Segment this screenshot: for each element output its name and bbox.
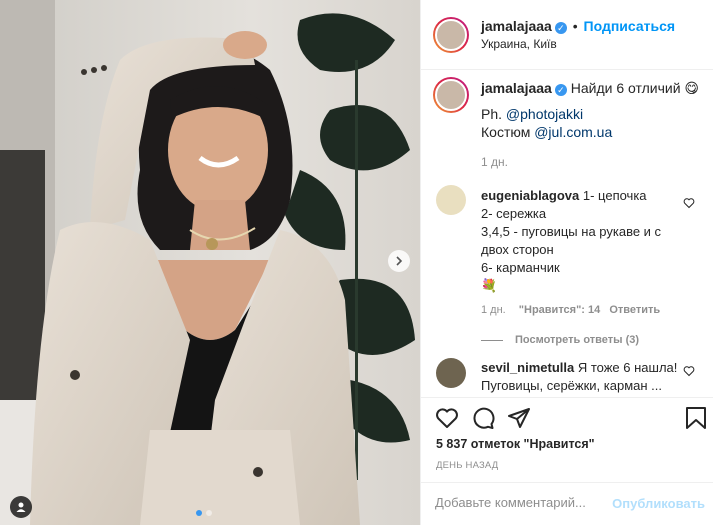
heart-icon[interactable] <box>683 365 695 377</box>
credit-link-costume[interactable]: @jul.com.ua <box>534 124 612 140</box>
post-date[interactable]: ДЕНЬ НАЗАД <box>436 460 498 471</box>
verified-icon: ✓ <box>554 21 567 34</box>
caption-time[interactable]: 1 дн. <box>481 153 701 171</box>
comments-area[interactable]: jamalajaaa ✓ Найди 6 отличий 😋 Ph. @photo… <box>421 71 713 396</box>
user-tag-icon <box>16 502 26 512</box>
comment-line: 6- карманчик <box>481 260 560 275</box>
post-sidebar: jamalajaaa ✓ • Подписаться Украина, Київ … <box>420 0 713 525</box>
action-bar <box>421 397 713 437</box>
carousel-dot-active <box>196 510 202 516</box>
follow-button[interactable]: Подписаться <box>584 18 676 34</box>
caption-text: Найди 6 отличий <box>570 80 681 96</box>
credit-prefix: Костюм <box>481 124 531 140</box>
comment-line: Пуговицы, серёжки, карман ... <box>481 378 662 393</box>
comment-time[interactable]: 1 дн. <box>481 304 506 316</box>
carousel-dot <box>206 510 212 516</box>
caption-username[interactable]: jamalajaaa <box>481 80 552 96</box>
share-icon[interactable] <box>507 406 531 430</box>
author-avatar[interactable] <box>433 16 469 53</box>
comment-username[interactable]: eugeniablagova <box>481 188 579 203</box>
view-replies-button[interactable]: Посмотреть ответы (3) <box>481 331 681 349</box>
photo-illustration <box>0 0 420 525</box>
carousel-indicator <box>196 510 212 516</box>
comment-input[interactable] <box>435 495 610 510</box>
comment-avatar[interactable] <box>436 185 466 215</box>
credit-link-photographer[interactable]: @photojakki <box>506 106 583 122</box>
view-replies-label: Посмотреть ответы (3) <box>515 334 640 346</box>
comment-line: Я тоже 6 нашла! <box>577 360 678 375</box>
comment-icon[interactable] <box>471 406 495 430</box>
header-separator: • <box>572 17 578 34</box>
verified-icon: ✓ <box>554 84 567 96</box>
publish-button[interactable]: Опубликовать <box>612 496 705 511</box>
caption: jamalajaaa ✓ Найди 6 отличий 😋 Ph. @photo… <box>481 80 701 171</box>
heart-icon[interactable] <box>683 197 695 209</box>
comment: sevil_nimetulla Я тоже 6 нашла! Пуговицы… <box>481 359 686 395</box>
comment-emoji: 💐 <box>481 278 498 293</box>
comment: eugeniablagova 1- цепочка 2- сережка 3,4… <box>481 187 681 349</box>
comment-likes[interactable]: "Нравится": 14 <box>519 304 600 316</box>
post-location[interactable]: Украина, Київ <box>481 35 675 53</box>
author-username[interactable]: jamalajaaa <box>481 18 552 34</box>
add-comment-bar: Опубликовать <box>421 482 713 525</box>
chevron-right-icon <box>396 256 403 266</box>
comment-line: 2- сережка <box>481 206 547 221</box>
comment-line: двох сторон <box>481 242 554 257</box>
user-tag-button[interactable] <box>10 496 32 518</box>
comment-line: 1- цепочка <box>582 188 647 203</box>
credit-prefix: Ph. <box>481 106 503 122</box>
post-photo[interactable] <box>0 0 420 525</box>
next-slide-button[interactable] <box>388 250 410 272</box>
caption-avatar[interactable] <box>433 77 469 113</box>
likes-count[interactable]: 5 837 отметок "Нравится" <box>436 437 595 451</box>
reply-button[interactable]: Ответить <box>609 304 660 316</box>
comment-line: 3,4,5 - пуговицы на рукаве и с <box>481 224 662 239</box>
post-header: jamalajaaa ✓ • Подписаться Украина, Київ <box>421 0 713 70</box>
caption-emoji: 😋 <box>684 80 700 96</box>
comment-avatar[interactable] <box>436 358 466 388</box>
comment-username[interactable]: sevil_nimetulla <box>481 360 574 375</box>
bookmark-icon[interactable] <box>685 406 707 430</box>
heart-icon[interactable] <box>435 406 459 430</box>
replies-divider <box>481 339 503 341</box>
